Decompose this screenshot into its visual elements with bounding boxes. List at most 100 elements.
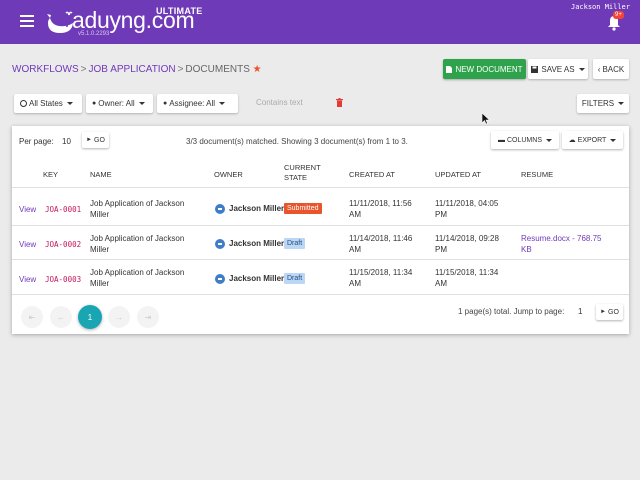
previous-page-button[interactable]: ← <box>50 306 72 328</box>
assignee-filter-label: Assignee: All <box>169 99 216 108</box>
documents-card: Per page: 10 ► GO 3/3 document(s) matched… <box>12 126 629 334</box>
created-at: 11/14/2018, 11:46 AM <box>349 234 413 254</box>
back-button[interactable]: ‹ BACK <box>593 59 629 79</box>
columns-button[interactable]: ▬ COLUMNS <box>491 131 559 149</box>
notification-badge: 9+ <box>613 11 624 19</box>
arrow-left-icon: ‹ <box>597 64 601 74</box>
owner-filter-label: Owner: All <box>98 99 135 108</box>
chevron-down-icon <box>219 102 226 105</box>
view-link[interactable]: View <box>19 204 36 215</box>
first-page-icon: ⇤ <box>28 312 36 322</box>
status-badge: Submitted <box>284 203 322 214</box>
column-header-name[interactable]: NAME <box>90 170 112 180</box>
document-key: JOA-0003 <box>45 275 82 284</box>
filters-button[interactable]: FILTERS <box>577 94 629 113</box>
breadcrumb-separator: > <box>177 64 184 75</box>
version-label: v5.1.0.2293 <box>78 31 110 37</box>
go-label: GO <box>608 308 619 316</box>
document-name: Job Application of Jackson Miller <box>90 199 185 219</box>
page-button-current[interactable]: 1 <box>78 305 102 329</box>
play-icon: ► <box>86 137 93 143</box>
document-key: JOA-0002 <box>45 240 82 249</box>
back-label: BACK <box>602 64 625 74</box>
chevron-down-icon <box>138 102 145 105</box>
circle-icon <box>20 100 27 107</box>
chevron-down-icon <box>610 138 617 142</box>
menu-icon[interactable] <box>20 15 34 27</box>
owner-cell: Jackson Miller <box>215 273 284 284</box>
row-divider <box>12 259 629 260</box>
new-document-button[interactable]: NEW DOCUMENT <box>443 59 526 79</box>
new-document-label: NEW DOCUMENT <box>455 64 523 74</box>
first-page-button[interactable]: ⇤ <box>21 306 43 328</box>
play-icon: ► <box>600 309 607 315</box>
user-name[interactable]: Jackson Miller <box>571 3 630 11</box>
breadcrumb-separator: > <box>80 64 87 75</box>
filters-label: FILTERS <box>581 99 615 108</box>
edition-label: ULTIMATE <box>156 6 203 16</box>
mouse-cursor-icon <box>482 113 490 125</box>
save-icon <box>531 65 539 73</box>
column-header-resume[interactable]: RESUME <box>521 170 553 180</box>
match-summary: 3/3 document(s) matched. Showing 3 docum… <box>186 137 408 146</box>
document-icon <box>446 65 453 73</box>
created-at: 11/15/2018, 11:34 AM <box>349 268 413 288</box>
pages-total-text: 1 page(s) total. Jump to page: <box>458 307 565 316</box>
avatar-icon <box>215 203 225 214</box>
per-page-label: Per page: <box>19 137 54 146</box>
chevron-down-icon <box>618 102 625 105</box>
breadcrumb-workflows[interactable]: WORKFLOWS <box>12 64 79 75</box>
owner-name: Jackson Miller <box>229 239 285 248</box>
avatar-icon <box>215 238 225 249</box>
owner-filter-dropdown[interactable]: ● Owner: All <box>86 94 153 113</box>
owner-cell: Jackson Miller <box>215 238 284 249</box>
jump-to-page-input[interactable]: 1 <box>578 307 582 316</box>
document-name: Job Application of Jackson Miller <box>90 234 185 254</box>
next-page-button[interactable]: → <box>108 306 130 328</box>
column-header-updated-at[interactable]: UPDATED AT <box>435 170 481 180</box>
export-button[interactable]: ☁ EXPORT <box>562 131 623 149</box>
whale-logo-icon[interactable] <box>45 9 75 35</box>
user-icon: ● <box>92 100 97 107</box>
column-header-created-at[interactable]: CREATED AT <box>349 170 395 180</box>
document-name: Job Application of Jackson Miller <box>90 268 185 288</box>
last-page-button[interactable]: ⇥ <box>137 306 159 328</box>
chevron-down-icon <box>66 102 73 105</box>
view-link[interactable]: View <box>19 239 36 250</box>
arrow-left-icon: ← <box>57 312 65 322</box>
app-header: aduyng.com ULTIMATE v5.1.0.2293 Jackson … <box>0 0 640 44</box>
updated-at: 11/11/2018, 04:05 PM <box>435 199 499 219</box>
columns-icon: ▬ <box>497 136 505 144</box>
favorite-star-icon[interactable]: ★ <box>253 64 262 75</box>
save-as-button[interactable]: SAVE AS <box>528 59 588 79</box>
document-key: JOA-0001 <box>45 205 82 214</box>
owner-name: Jackson Miller <box>229 204 285 213</box>
cloud-download-icon: ☁ <box>568 137 576 144</box>
trash-icon[interactable] <box>336 98 343 107</box>
row-divider <box>12 225 629 226</box>
assignee-filter-dropdown[interactable]: ● Assignee: All <box>157 94 238 113</box>
breadcrumb-job-application[interactable]: JOB APPLICATION <box>89 64 176 75</box>
save-as-label: SAVE AS <box>541 64 575 74</box>
owner-cell: Jackson Miller <box>215 203 284 214</box>
per-page-input[interactable]: 10 <box>62 137 71 146</box>
arrow-right-icon: → <box>115 312 123 322</box>
export-label: EXPORT <box>577 136 607 144</box>
column-header-owner[interactable]: OWNER <box>214 170 243 180</box>
created-at: 11/11/2018, 11:56 AM <box>349 199 412 219</box>
user-icon: ● <box>163 100 168 107</box>
updated-at: 11/14/2018, 09:28 PM <box>435 234 499 254</box>
state-filter-label: All States <box>29 99 63 108</box>
updated-at: 11/15/2018, 11:34 AM <box>435 268 499 288</box>
chevron-down-icon <box>578 67 585 71</box>
view-link[interactable]: View <box>19 274 36 285</box>
column-header-current-state[interactable]: CURRENT STATE <box>284 163 328 183</box>
jump-go-button[interactable]: ► GO <box>596 304 623 320</box>
state-filter-dropdown[interactable]: All States <box>14 94 82 113</box>
breadcrumb-documents: DOCUMENTS <box>185 64 250 75</box>
avatar-icon <box>215 273 225 284</box>
per-page-go-button[interactable]: ► GO <box>82 132 109 148</box>
resume-link[interactable]: Resume.docx - 768.75 KB <box>521 233 611 255</box>
contains-text-input[interactable]: Contains text <box>256 98 303 107</box>
column-header-key[interactable]: KEY <box>43 170 58 180</box>
